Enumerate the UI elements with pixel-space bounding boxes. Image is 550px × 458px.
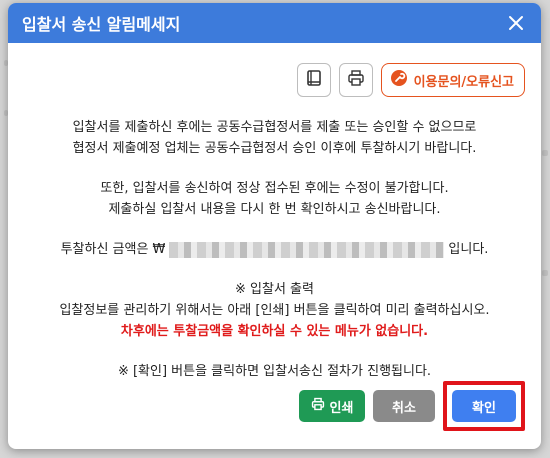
bid-amount-row: 투찰하신 금액은 ₩ 입니다.: [8, 239, 541, 260]
amount-prefix: 투찰하신 금액은 ₩: [60, 242, 166, 257]
print-toolbar-button[interactable]: [338, 63, 373, 97]
wrench-icon: [390, 69, 408, 91]
cancel-button-label: 취소: [392, 400, 416, 416]
dialog-footer: 인쇄 취소 확인: [299, 381, 525, 431]
message-line-1: 입찰서를 제출하신 후에는 공동수급협정서를 제출 또는 승인할 수 없으므로: [72, 120, 477, 135]
print-button-label: 인쇄: [329, 400, 354, 416]
confirm-button[interactable]: 확인: [452, 390, 516, 422]
manual-button[interactable]: [296, 63, 331, 97]
inquiry-label: 이용문의/오류신고: [413, 74, 514, 90]
dialog-header: 입찰서 송신 알림메세지: [8, 3, 541, 43]
close-icon[interactable]: [505, 12, 527, 34]
confirm-highlight-box: 확인: [443, 381, 525, 431]
bid-submission-dialog: 입찰서 송신 알림메세지 이용문의/오류신고 입찰서를 제출하신 후에는 공동수…: [8, 3, 541, 449]
inquiry-report-button[interactable]: 이용문의/오류신고: [380, 63, 525, 97]
dialog-toolbar: 이용문의/오류신고: [296, 63, 525, 97]
masked-bid-amount: [169, 241, 445, 258]
confirm-note: ※ [확인] 버튼을 클릭하면 입찰서송신 절차가 진행됩니다.: [117, 364, 432, 379]
printer-icon: [311, 397, 325, 415]
printer-icon: [347, 69, 365, 91]
cancel-button[interactable]: 취소: [373, 390, 435, 422]
message-line-2: 협정서 제출예정 업체는 공동수급협정서 승인 이후에 투찰하시기 바랍니다.: [72, 141, 477, 156]
message-line-3: 또한, 입찰서를 송신하여 정상 접수된 후에는 수정이 불가합니다.: [100, 181, 449, 196]
message-line-4: 제출하실 입찰서 내용을 다시 한 번 확인하시고 송신바랍니다.: [108, 202, 441, 217]
print-instruction: 입찰정보를 관리하기 위해서는 아래 [인쇄] 버튼을 클릭하여 미리 출력하십…: [59, 303, 490, 318]
confirm-button-label: 확인: [472, 400, 496, 416]
dialog-message: 입찰서를 제출하신 후에는 공동수급협정서를 제출 또는 승인할 수 없으므로 …: [8, 117, 541, 382]
warning-text: 차후에는 투찰금액을 확인하실 수 있는 메뉴가 없습니다.: [120, 324, 429, 339]
print-heading: ※ 입찰서 출력: [235, 282, 314, 297]
book-icon: [305, 69, 323, 91]
print-button[interactable]: 인쇄: [299, 390, 365, 422]
amount-suffix: 입니다.: [448, 242, 489, 257]
dialog-title: 입찰서 송신 알림메세지: [22, 15, 181, 34]
